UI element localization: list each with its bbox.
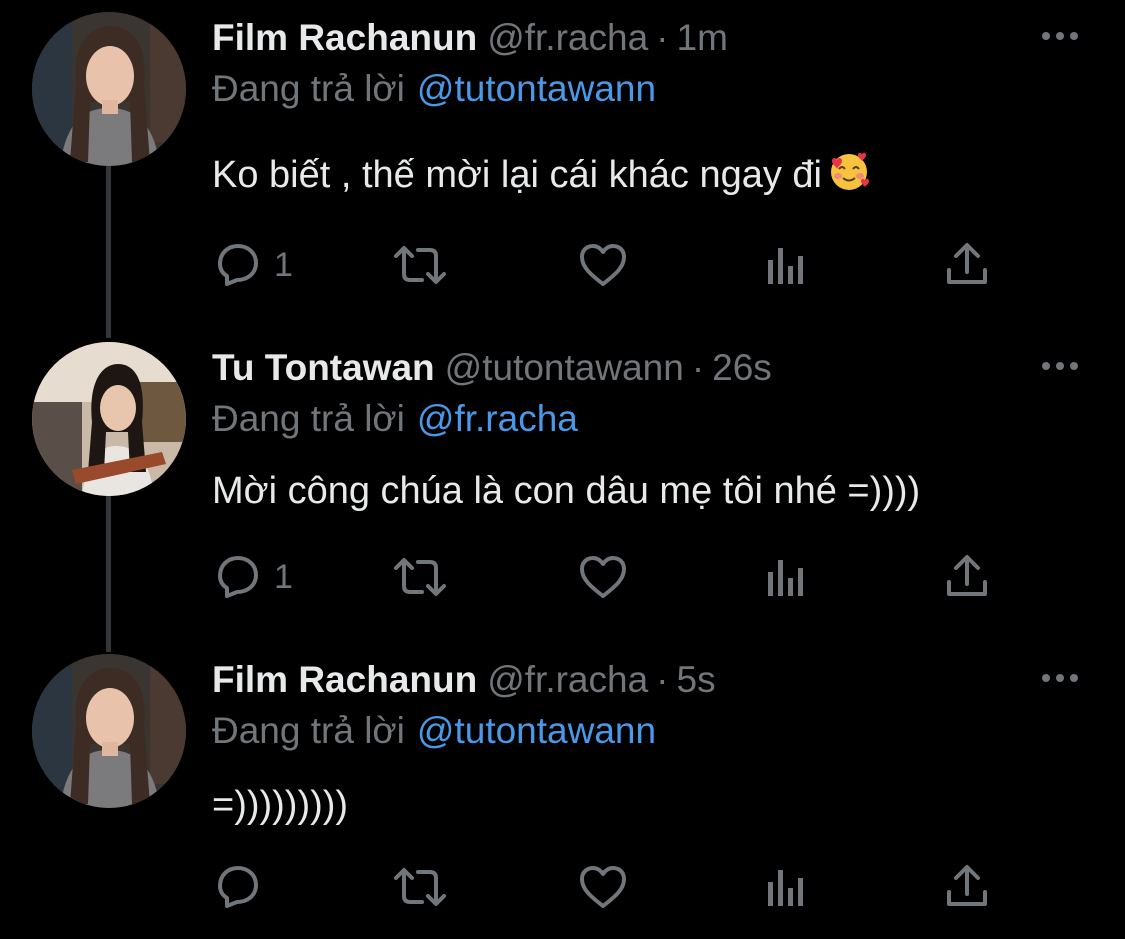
user-handle[interactable]: @fr.racha <box>487 17 648 58</box>
tweet-header: Film Rachanun @fr.racha · 1m <box>212 12 728 64</box>
tweet-text: =))))))))) <box>212 780 348 830</box>
replying-to: Đang trả lời @tutontawann <box>212 64 656 114</box>
share-icon <box>947 555 987 596</box>
share-icon <box>947 243 987 284</box>
like-icon <box>580 556 626 598</box>
retweet-icon <box>394 246 446 284</box>
reply-count: 1 <box>274 558 293 596</box>
tweet-text-content: Ko biết , thế mời lại cái khác ngay đi <box>212 154 823 196</box>
reply-button[interactable]: 1 <box>214 240 304 290</box>
tweet-text: Mời công chúa là con dâu mẹ tôi nhé =)))… <box>212 466 920 516</box>
views-button[interactable] <box>764 240 808 290</box>
views-button[interactable] <box>764 552 808 602</box>
separator-dot: · <box>691 347 705 388</box>
replying-to: Đang trả lời @tutontawann <box>212 706 656 756</box>
smiling-face-with-hearts-emoji <box>828 151 870 206</box>
reply-button[interactable] <box>214 862 304 912</box>
more-icon[interactable] <box>1038 24 1082 48</box>
more-icon[interactable] <box>1038 666 1082 690</box>
share-button[interactable] <box>944 240 990 290</box>
tweet[interactable]: Film Rachanun @fr.racha · 5s Đang trả lời @t… <box>0 654 1125 924</box>
tweet-text-content: Mời công chúa là con dâu mẹ tôi nhé =)))… <box>212 470 921 512</box>
tweet-header: Tu Tontawan @tutontawann · 26s <box>212 342 772 394</box>
tweet-actions <box>0 862 1125 912</box>
tweet-actions: 1 <box>0 240 1125 290</box>
like-icon <box>580 244 626 286</box>
share-icon <box>947 865 987 906</box>
retweet-icon <box>394 868 446 906</box>
reply-icon <box>218 556 258 598</box>
mention-link[interactable]: @tutontawann <box>417 68 656 109</box>
reply-icon <box>218 866 258 908</box>
tweet-text-content: =))))))))) <box>212 784 349 826</box>
share-button[interactable] <box>944 552 990 602</box>
mention-link[interactable]: @fr.racha <box>417 398 578 439</box>
retweet-button[interactable] <box>392 240 448 290</box>
tweet[interactable]: Tu Tontawan @tutontawann · 26s Đang trả lời… <box>0 342 1125 642</box>
avatar[interactable] <box>32 342 186 496</box>
timestamp[interactable]: 26s <box>712 347 772 388</box>
like-button[interactable] <box>578 552 628 602</box>
like-button[interactable] <box>578 862 628 912</box>
retweet-button[interactable] <box>392 552 448 602</box>
like-icon <box>580 866 626 908</box>
tweet-header: Film Rachanun @fr.racha · 5s <box>212 654 716 706</box>
retweet-icon <box>394 558 446 596</box>
timestamp[interactable]: 1m <box>677 17 728 58</box>
views-icon <box>768 560 803 596</box>
like-button[interactable] <box>578 240 628 290</box>
reply-button[interactable]: 1 <box>214 552 304 602</box>
reply-icon <box>218 244 258 286</box>
mention-link[interactable]: @tutontawann <box>417 710 656 751</box>
views-icon <box>768 248 803 284</box>
display-name[interactable]: Film Rachanun <box>212 17 477 58</box>
separator-dot: · <box>656 659 669 700</box>
reply-count: 1 <box>274 246 293 284</box>
views-icon <box>768 870 803 906</box>
tweet-actions: 1 <box>0 552 1125 602</box>
views-button[interactable] <box>764 862 808 912</box>
replying-to: Đang trả lời @fr.racha <box>212 394 578 444</box>
retweet-button[interactable] <box>392 862 448 912</box>
conversation-thread: Film Rachanun @fr.racha · 1m Đang trả lời @t… <box>0 0 1125 939</box>
separator-dot: · <box>656 17 669 58</box>
replying-to-label: Đang trả lời <box>212 68 405 109</box>
tweet-text: Ko biết , thế mời lại cái khác ngay đi <box>212 150 870 206</box>
timestamp[interactable]: 5s <box>677 659 716 700</box>
display-name[interactable]: Tu Tontawan <box>212 347 435 388</box>
share-button[interactable] <box>944 862 990 912</box>
replying-to-label: Đang trả lời <box>212 398 405 439</box>
user-handle[interactable]: @fr.racha <box>487 659 648 700</box>
avatar[interactable] <box>32 12 186 166</box>
replying-to-label: Đang trả lời <box>212 710 405 751</box>
more-icon[interactable] <box>1038 354 1082 378</box>
avatar[interactable] <box>32 654 186 808</box>
display-name[interactable]: Film Rachanun <box>212 659 477 700</box>
user-handle[interactable]: @tutontawann <box>445 347 684 388</box>
tweet[interactable]: Film Rachanun @fr.racha · 1m Đang trả lời @t… <box>0 12 1125 312</box>
